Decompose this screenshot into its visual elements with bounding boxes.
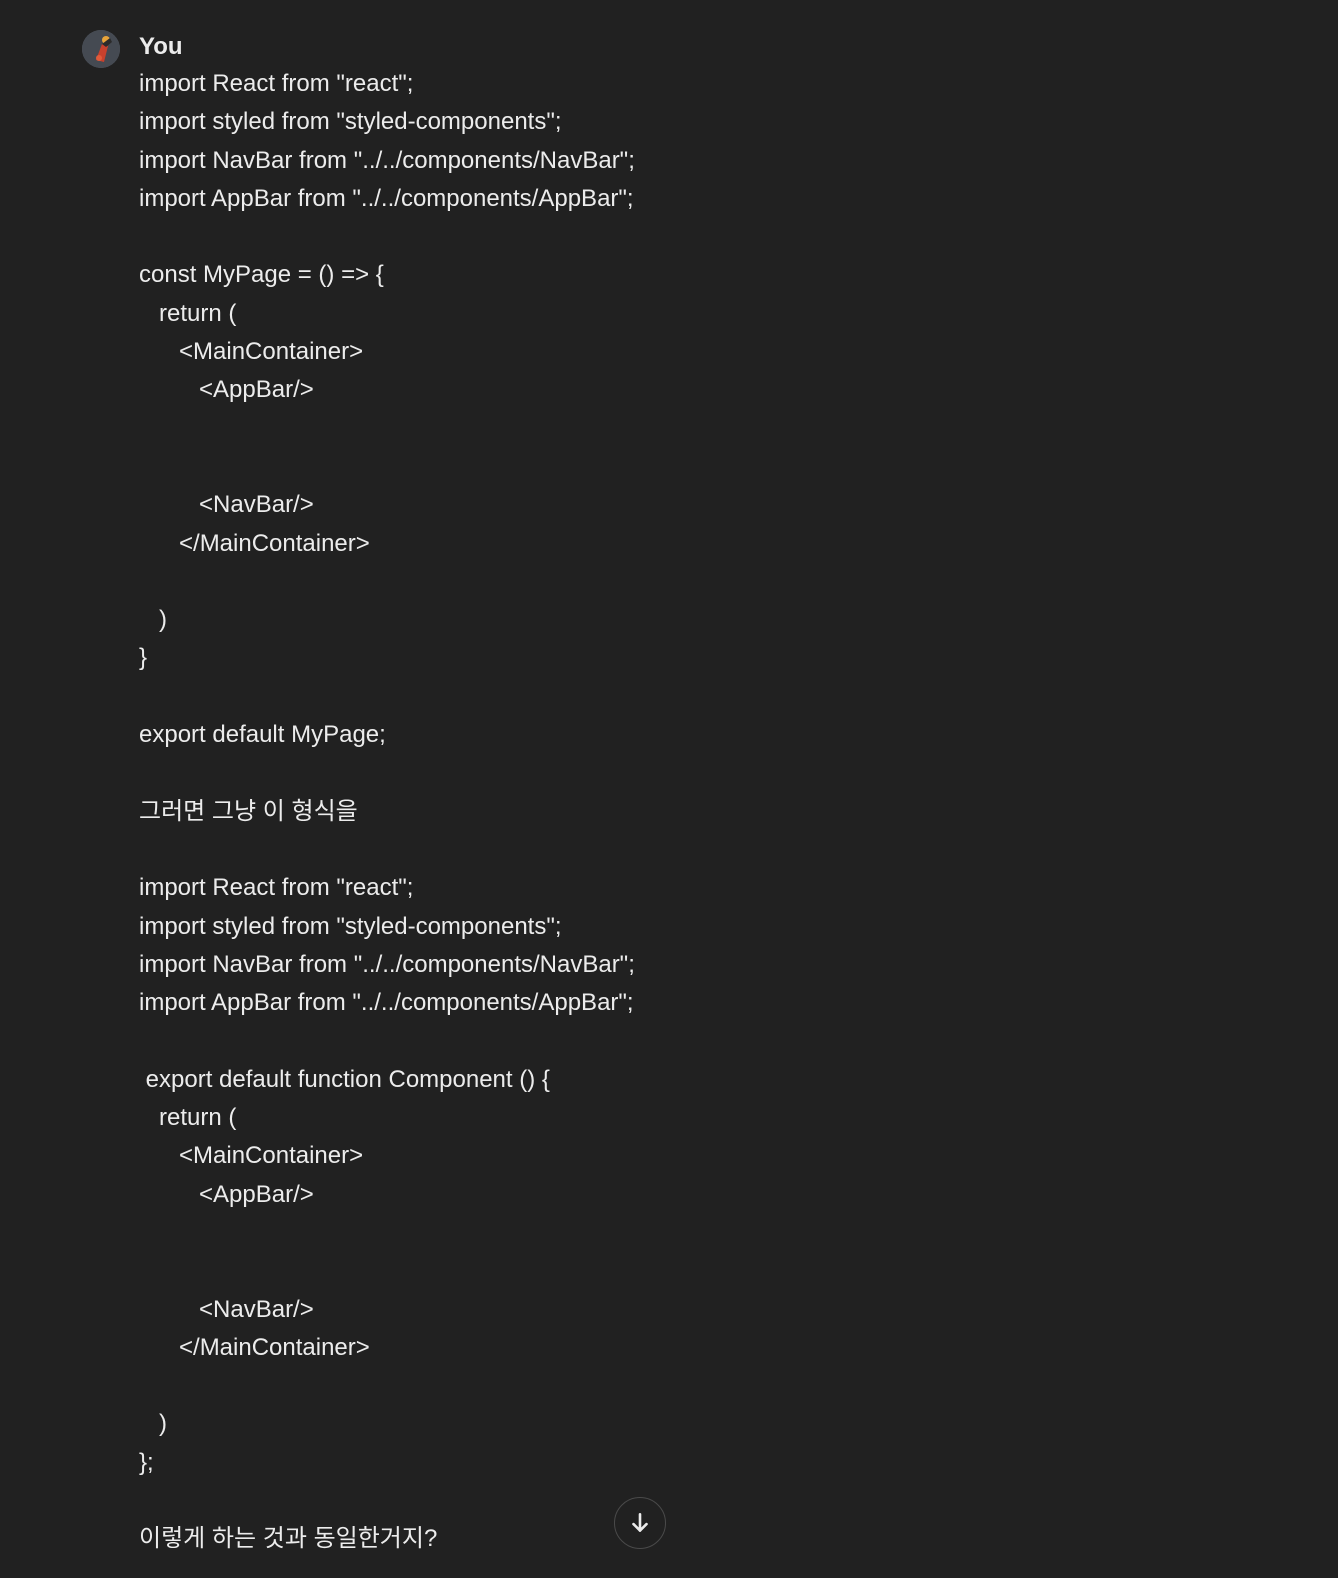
message-line xyxy=(139,1252,1239,1290)
message-line: export default MyPage; xyxy=(139,721,386,749)
message-line: </MainContainer> xyxy=(139,529,370,557)
message-line xyxy=(139,1482,1239,1520)
message-line xyxy=(139,831,1239,869)
message-line xyxy=(139,678,1239,716)
message-line: ) xyxy=(139,606,167,634)
message-line: }; xyxy=(139,1448,154,1476)
message-line: return ( xyxy=(139,299,237,327)
message-line: import NavBar from "../../components/Nav… xyxy=(139,950,635,978)
message-line xyxy=(139,410,1239,448)
message-line: </MainContainer> xyxy=(139,1333,370,1361)
message-line xyxy=(139,1022,1239,1060)
message-author: You xyxy=(139,33,183,60)
user-avatar[interactable] xyxy=(82,30,120,68)
message-line: <NavBar/> xyxy=(139,1295,314,1323)
message-line: import NavBar from "../../components/Nav… xyxy=(139,146,635,174)
message-line xyxy=(139,1367,1239,1405)
message-line: } xyxy=(139,644,148,672)
message-line xyxy=(139,1214,1239,1252)
message-line: const MyPage = () => { xyxy=(139,261,384,289)
message-line: import styled from "styled-components"; xyxy=(139,108,562,136)
message-line: import React from "react"; xyxy=(139,874,414,902)
message-line: ) xyxy=(139,1410,167,1438)
message-line: <NavBar/> xyxy=(139,491,314,519)
message-line xyxy=(139,563,1239,601)
message-line: 그러면 그냥 이 형식을 xyxy=(139,797,358,825)
message-line: import AppBar from "../../components/App… xyxy=(139,989,634,1017)
message-line: <AppBar/> xyxy=(139,376,314,404)
message-line: <AppBar/> xyxy=(139,1180,314,1208)
message-line: 이렇게 하는 것과 동일한거지? xyxy=(139,1525,438,1553)
arrow-down-icon xyxy=(632,1513,648,1532)
message-line: export default function Component () { xyxy=(139,1065,550,1093)
scroll-to-bottom-button[interactable] xyxy=(614,1497,666,1549)
message-line: import React from "react"; xyxy=(139,70,414,97)
message-line: <MainContainer> xyxy=(139,338,364,366)
message-line: <MainContainer> xyxy=(139,1142,364,1170)
user-message: You import React from "react"; import sty… xyxy=(0,0,1338,1578)
message-line xyxy=(139,218,1239,256)
message-line xyxy=(139,448,1239,486)
message-line: return ( xyxy=(139,1104,237,1132)
message-line: import styled from "styled-components"; xyxy=(139,912,562,940)
message-line xyxy=(139,754,1239,792)
message-body: import React from "react"; import styled … xyxy=(139,65,1239,1559)
message-line: import AppBar from "../../components/App… xyxy=(139,184,634,212)
